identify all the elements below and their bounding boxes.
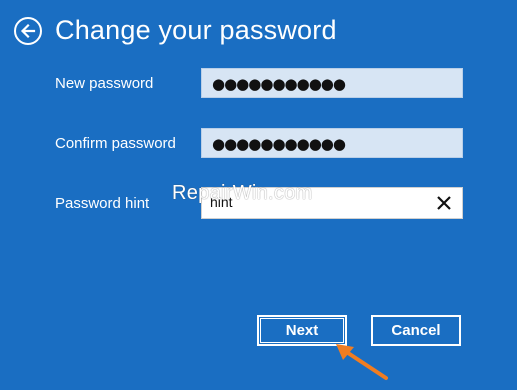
back-arrow-icon bbox=[20, 23, 36, 39]
back-button[interactable] bbox=[14, 17, 42, 45]
close-icon[interactable] bbox=[435, 194, 453, 212]
page-title: Change your password bbox=[55, 15, 337, 45]
new-password-field[interactable]: ●●●●●●●●●●● bbox=[201, 68, 463, 98]
pointer-arrow-icon bbox=[336, 344, 388, 380]
new-password-value: ●●●●●●●●●●● bbox=[212, 75, 346, 93]
confirm-password-label: Confirm password bbox=[55, 135, 176, 152]
new-password-label: New password bbox=[55, 75, 154, 92]
watermark: RepairWin.com bbox=[172, 182, 313, 204]
password-hint-label: Password hint bbox=[55, 195, 150, 212]
confirm-password-field[interactable]: ●●●●●●●●●●● bbox=[201, 128, 463, 158]
confirm-password-value: ●●●●●●●●●●● bbox=[212, 135, 346, 153]
